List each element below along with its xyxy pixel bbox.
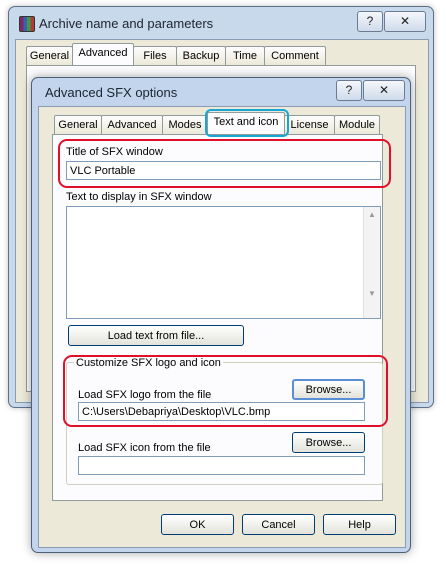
tab-module[interactable]: Module	[334, 115, 380, 134]
icon-path-input[interactable]	[78, 456, 365, 475]
icon-browse-button[interactable]: Browse...	[292, 432, 365, 453]
tab-general[interactable]: General	[54, 115, 102, 134]
tab-general[interactable]: General	[26, 46, 73, 65]
scroll-up-icon[interactable]: ▲	[364, 207, 380, 223]
logo-browse-button[interactable]: Browse...	[292, 379, 365, 400]
close-icon[interactable]: ✕	[363, 80, 405, 101]
sfx-title-input[interactable]: VLC Portable	[66, 161, 381, 180]
tab-license[interactable]: License	[284, 115, 335, 134]
winrar-icon	[19, 16, 35, 32]
tab-advanced[interactable]: Advanced	[101, 115, 163, 134]
cancel-button[interactable]: Cancel	[242, 514, 315, 535]
logo-path-input[interactable]: C:\Users\Debapriya\Desktop\VLC.bmp	[78, 402, 365, 421]
window-title: Archive name and parameters	[39, 16, 214, 31]
tab-advanced[interactable]: Advanced	[72, 43, 134, 65]
title-label: Title of SFX window	[66, 146, 163, 158]
load-text-button[interactable]: Load text from file...	[68, 325, 244, 346]
ok-button[interactable]: OK	[161, 514, 234, 535]
logo-label: Load SFX logo from the file	[78, 389, 212, 401]
tab-modes[interactable]: Modes	[162, 115, 208, 134]
sfx-text-area[interactable]: ▲ ▼	[66, 206, 381, 319]
tab-backup[interactable]: Backup	[176, 46, 226, 65]
text-scrollbar[interactable]: ▲ ▼	[363, 207, 380, 318]
tab-time[interactable]: Time	[225, 46, 265, 65]
logo-group-label: Customize SFX logo and icon	[74, 357, 223, 369]
tab-comment[interactable]: Comment	[264, 46, 326, 65]
scroll-down-icon[interactable]: ▼	[364, 286, 380, 302]
help-button[interactable]: Help	[323, 514, 396, 535]
dialog-title: Advanced SFX options	[45, 85, 178, 100]
tab-files[interactable]: Files	[133, 46, 177, 65]
tab-text-and-icon[interactable]: Text and icon	[207, 112, 285, 134]
icon-label: Load SFX icon from the file	[78, 442, 211, 454]
text-label: Text to display in SFX window	[66, 191, 212, 203]
help-caption-button[interactable]: ?	[357, 11, 383, 32]
help-caption-button[interactable]: ?	[336, 80, 362, 101]
close-icon[interactable]: ✕	[384, 11, 426, 32]
